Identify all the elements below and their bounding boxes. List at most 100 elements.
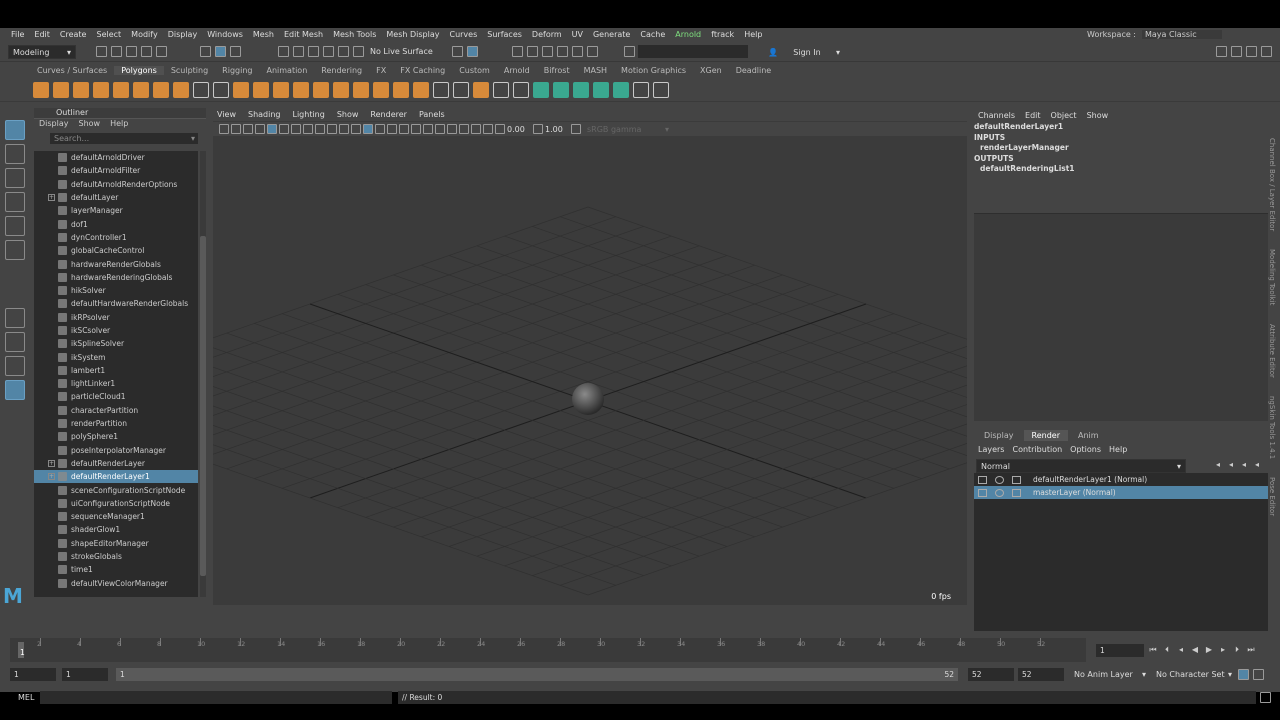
outliner-item[interactable]: polySphere1 — [34, 430, 198, 443]
expand-icon[interactable]: + — [48, 473, 55, 481]
motion-blur-icon[interactable] — [423, 124, 433, 134]
cb-menu-show[interactable]: Show — [1087, 111, 1109, 120]
outliner-item[interactable]: + defaultRenderLayer — [34, 457, 198, 470]
view-transform-dropdown[interactable]: sRGB gamma ▾ — [583, 122, 673, 136]
menu-cache[interactable]: Cache — [635, 30, 670, 39]
poly-cube-icon[interactable] — [53, 81, 69, 98]
gamma-value[interactable]: 1.00 — [545, 125, 569, 134]
attribute-editor-icon[interactable] — [1231, 46, 1242, 57]
outliner-item[interactable]: ikRPsolver — [34, 311, 198, 324]
menu-ftrack[interactable]: ftrack — [706, 30, 739, 39]
outliner-item[interactable]: uiConfigurationScriptNode — [34, 497, 198, 510]
ambient-occlusion-icon[interactable] — [411, 124, 421, 134]
uv-editor-icon[interactable] — [653, 81, 669, 98]
film-gate-icon[interactable] — [279, 124, 289, 134]
select-object-icon[interactable] — [215, 46, 226, 57]
outliner-item[interactable]: ikSCsolver — [34, 324, 198, 337]
spherical-uv-icon[interactable] — [593, 81, 609, 98]
menu-generate[interactable]: Generate — [588, 30, 635, 39]
outliner-item[interactable]: defaultViewColorManager — [34, 577, 198, 590]
outliner-item[interactable]: sceneConfigurationScriptNode — [34, 483, 198, 496]
outliner-item[interactable]: ikSplineSolver — [34, 337, 198, 350]
expand-icon[interactable]: + — [48, 193, 55, 201]
visibility-icon[interactable] — [995, 488, 1004, 497]
render-settings-icon[interactable] — [557, 46, 568, 57]
menu-help[interactable]: Help — [739, 30, 767, 39]
outliner-menu-help[interactable]: Help — [110, 119, 128, 131]
perspective-viewport[interactable]: View Shading Lighting Show Renderer Pane… — [213, 108, 967, 605]
camera-lock-icon[interactable] — [231, 124, 241, 134]
gamma-icon[interactable] — [533, 124, 543, 134]
cut-uv-icon[interactable] — [613, 81, 629, 98]
outliner-item[interactable]: layerManager — [34, 204, 198, 217]
image-plane-icon[interactable] — [255, 124, 265, 134]
persp-outliner-icon[interactable] — [5, 356, 25, 376]
input-line-icon[interactable] — [624, 46, 635, 57]
lights-icon[interactable] — [387, 124, 397, 134]
outliner-item[interactable]: lambert1 — [34, 364, 198, 377]
current-frame-field[interactable]: 1 — [1096, 643, 1144, 657]
outliner-menu-show[interactable]: Show — [79, 119, 101, 131]
script-language-label[interactable]: MEL — [0, 693, 40, 702]
outliner-item[interactable]: particleCloud1 — [34, 390, 198, 403]
dof-icon[interactable] — [447, 124, 457, 134]
sign-in-button[interactable]: 👤 Sign In ▾ — [764, 45, 844, 59]
move-tool-icon[interactable] — [5, 192, 25, 212]
snap-view-icon[interactable] — [323, 46, 334, 57]
poly-cone-icon[interactable] — [93, 81, 109, 98]
tool-settings-icon[interactable] — [1246, 46, 1257, 57]
select-tool-icon[interactable] — [5, 120, 25, 140]
side-tab[interactable]: Attribute Editor — [1268, 324, 1276, 378]
outliner-item[interactable]: hardwareRenderingGlobals — [34, 271, 198, 284]
select-component-icon[interactable] — [230, 46, 241, 57]
viewport-menu-show[interactable]: Show — [337, 110, 359, 119]
layer-row-default[interactable]: defaultRenderLayer1 (Normal) — [974, 473, 1268, 486]
sew-uv-icon[interactable] — [633, 81, 649, 98]
render-toggle-icon[interactable] — [978, 488, 987, 497]
scroll-thumb[interactable] — [200, 236, 206, 576]
shelf-tab-motion-graphics[interactable]: Motion Graphics — [614, 66, 693, 75]
step-forward-key-icon[interactable]: ⏵ — [1232, 645, 1242, 655]
snap-surface-icon[interactable] — [338, 46, 349, 57]
construction-icon[interactable] — [467, 46, 478, 57]
outliner-item[interactable]: shaderGlow1 — [34, 523, 198, 536]
cb-menu-edit[interactable]: Edit — [1025, 111, 1041, 120]
planar-uv-icon[interactable] — [533, 81, 549, 98]
outliner-item[interactable]: dynController1 — [34, 231, 198, 244]
save-scene-icon[interactable] — [126, 46, 137, 57]
cb-output-node[interactable]: defaultRenderingList1 — [972, 164, 1268, 175]
menu-file[interactable]: File — [6, 30, 29, 39]
shelf-tab-custom[interactable]: Custom — [452, 66, 497, 75]
menu-curves[interactable]: Curves — [444, 30, 482, 39]
shelf-tab-mash[interactable]: MASH — [577, 66, 614, 75]
cb-node-name[interactable]: defaultRenderLayer1 — [972, 122, 1268, 133]
viewport-menu-view[interactable]: View — [217, 110, 236, 119]
outliner-item[interactable]: ikSystem — [34, 350, 198, 363]
platonic-solid-icon[interactable] — [173, 81, 189, 98]
outliner-item[interactable]: renderPartition — [34, 417, 198, 430]
svg-icon[interactable] — [213, 81, 229, 98]
menu-mesh-display[interactable]: Mesh Display — [381, 30, 444, 39]
menu-mesh[interactable]: Mesh — [248, 30, 279, 39]
outliner-item[interactable]: + defaultRenderLayer1 — [34, 470, 198, 484]
script-editor-icon[interactable] — [1260, 691, 1271, 703]
extrude-icon[interactable] — [333, 81, 349, 98]
separate-icon[interactable] — [253, 81, 269, 98]
outliner-list[interactable]: defaultArnoldDriver defaultArnoldFilter de… — [34, 151, 198, 597]
expand-icon[interactable]: + — [48, 459, 55, 467]
auto-key-icon[interactable] — [1238, 668, 1249, 680]
viewport-menu-renderer[interactable]: Renderer — [370, 110, 407, 119]
camera-icon[interactable] — [219, 124, 229, 134]
viewport-menu-lighting[interactable]: Lighting — [292, 110, 324, 119]
menu-arnold[interactable]: Arnold — [670, 30, 706, 39]
menu-display[interactable]: Display — [163, 30, 203, 39]
outliner-item[interactable]: poseInterpolatorManager — [34, 444, 198, 457]
menu-uv[interactable]: UV — [567, 30, 588, 39]
render-view-icon[interactable] — [512, 46, 523, 57]
xray-icon[interactable] — [471, 124, 481, 134]
poly-text-icon[interactable] — [193, 81, 209, 98]
rotate-tool-icon[interactable] — [5, 216, 25, 236]
side-tab[interactable]: Channel Box / Layer Editor — [1268, 138, 1276, 231]
side-tab[interactable]: ngSkin Tools 1.4.1 — [1268, 396, 1276, 459]
anim-start-field[interactable]: 1 — [10, 667, 56, 681]
